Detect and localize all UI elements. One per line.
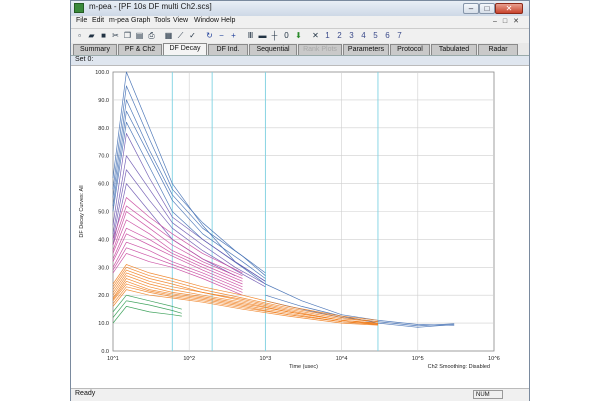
set-icon[interactable]: ✕ (311, 31, 320, 40)
set5-icon[interactable]: 5 (371, 31, 380, 40)
set4-icon[interactable]: 4 (359, 31, 368, 40)
tab-sequential[interactable]: Sequential (249, 44, 297, 55)
y-tick-label: 90.0 (98, 98, 109, 104)
plus-icon[interactable]: + (229, 31, 238, 40)
minus-icon[interactable]: − (217, 31, 226, 40)
check-icon[interactable]: ✓ (188, 31, 197, 40)
y-tick-label: 0.0 (101, 349, 109, 355)
copy-icon[interactable]: ❐ (123, 31, 132, 40)
menu-tools[interactable]: Tools (154, 17, 170, 24)
x-tick-label: 10^1 (107, 356, 119, 362)
down-arrow-icon[interactable]: ⬇ (294, 31, 303, 40)
x-axis-label: Time (usec) (289, 364, 318, 370)
x-tick-label: 10^6 (488, 356, 500, 362)
menu-m-pea[interactable]: m-pea (109, 17, 129, 24)
minimize-button[interactable]: – (463, 3, 479, 14)
y-tick-label: 80.0 (98, 126, 109, 132)
tab-tabulated[interactable]: Tabulated (431, 44, 477, 55)
marker-icon[interactable]: ▬ (258, 31, 267, 40)
menu-view[interactable]: View (173, 17, 188, 24)
tab-summary[interactable]: Summary (73, 44, 117, 55)
set-label: Set 0: (75, 56, 94, 63)
set3-icon[interactable]: 3 (347, 31, 356, 40)
y-tick-label: 40.0 (98, 237, 109, 243)
status-bar: Ready NUM (71, 388, 529, 401)
tab-df-ind[interactable]: DF Ind. (208, 44, 248, 55)
app-icon (74, 3, 84, 13)
tab-df-decay[interactable]: DF Decay (163, 43, 207, 55)
y-tick-label: 10.0 (98, 321, 109, 327)
y-axis-label: DF Decay Curves: All (79, 185, 85, 237)
set7-icon[interactable]: 7 (395, 31, 404, 40)
title-bar: m-pea - [PF 10s DF multi Ch2.scs] – □ ✕ (71, 1, 529, 16)
window-title: m-pea - [PF 10s DF multi Ch2.scs] (89, 2, 212, 11)
status-text: Ready (75, 390, 96, 397)
line-icon[interactable]: ⟋ (176, 31, 185, 40)
tab-protocol[interactable]: Protocol (390, 44, 430, 55)
y-tick-label: 70.0 (98, 154, 109, 160)
tab-pf-ch2[interactable]: PF & Ch2 (118, 44, 162, 55)
y-tick-label: 50.0 (98, 210, 109, 216)
maximize-button[interactable]: □ (479, 3, 495, 14)
num-lock-indicator: NUM (473, 390, 503, 399)
menu-help[interactable]: Help (221, 17, 235, 24)
chart-area: 0.0 10.0 20.0 30.0 40.0 50.0 60.0 70.0 80.0 90.0 1… (71, 65, 529, 388)
y-tick-label: 60.0 (98, 182, 109, 188)
menu-graph[interactable]: Graph (131, 17, 150, 24)
x-tick-label: 10^4 (336, 356, 348, 362)
set1-icon[interactable]: 1 (323, 31, 332, 40)
set2-icon[interactable]: 2 (335, 31, 344, 40)
new-icon[interactable]: ▫ (75, 31, 84, 40)
save-icon[interactable]: ■ (99, 31, 108, 40)
print-icon[interactable]: ⎙ (147, 31, 156, 40)
close-button[interactable]: ✕ (495, 3, 523, 14)
refresh-icon[interactable]: ↻ (205, 31, 214, 40)
bars-icon[interactable]: Ⅲ (246, 31, 255, 40)
y-tick-label: 100.0 (95, 70, 109, 76)
df-decay-chart: 0.0 10.0 20.0 30.0 40.0 50.0 60.0 70.0 80.0 90.0 1… (79, 70, 500, 370)
toolbar: ▫ ▰ ■ ✂ ❐ ▤ ⎙ ▦ ⟋ ✓ ↻ − + Ⅲ ▬ ┼ 0 ⬇ ✕ 1 2 3 4 5 6 7 (71, 29, 529, 44)
tab-parameters[interactable]: Parameters (343, 44, 389, 55)
mdi-window-buttons[interactable]: –□✕ (493, 17, 525, 25)
menu-bar: File Edit m-pea Graph Tools View Window Help –□… (71, 16, 529, 29)
menu-window[interactable]: Window (194, 17, 219, 24)
set6-icon[interactable]: 6 (383, 31, 392, 40)
cut-icon[interactable]: ✂ (111, 31, 120, 40)
chart-icon[interactable]: ▦ (164, 31, 173, 40)
x-tick-label: 10^3 (260, 356, 272, 362)
x-tick-label: 10^5 (412, 356, 424, 362)
y-tick-label: 20.0 (98, 293, 109, 299)
tab-strip: Summary PF & Ch2 DF Decay DF Ind. Sequential… (71, 43, 529, 56)
open-icon[interactable]: ▰ (87, 31, 96, 40)
app-window: m-pea - [PF 10s DF multi Ch2.scs] – □ ✕ … (70, 0, 530, 401)
paste-icon[interactable]: ▤ (135, 31, 144, 40)
smoothing-note: Ch2 Smoothing: Disabled (428, 364, 490, 370)
zero-icon[interactable]: 0 (282, 31, 291, 40)
x-tick-label: 10^2 (183, 356, 195, 362)
y-tick-label: 30.0 (98, 265, 109, 271)
menu-edit[interactable]: Edit (92, 17, 104, 24)
ruler-icon[interactable]: ┼ (270, 31, 279, 40)
tab-radar[interactable]: Radar (478, 44, 518, 55)
tab-rank-plots: Rank Plots (298, 44, 342, 55)
menu-file[interactable]: File (76, 17, 87, 24)
